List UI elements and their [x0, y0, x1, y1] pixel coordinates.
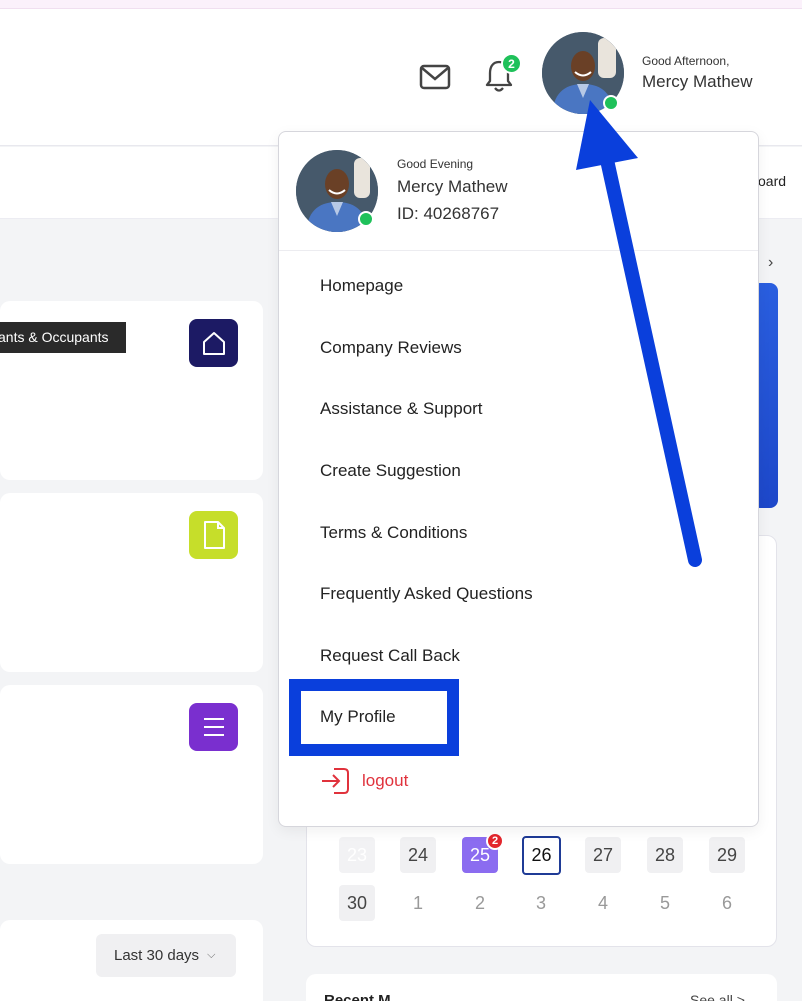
- calendar-day-next-month[interactable]: 1: [400, 885, 436, 921]
- header-user-name[interactable]: Mercy Mathew: [642, 72, 753, 92]
- subbar-label[interactable]: oard: [758, 173, 786, 189]
- calendar-day-next-month[interactable]: 3: [523, 885, 559, 921]
- recent-card-title: Recent M: [324, 992, 391, 1001]
- date-range-value: Last 30 days: [114, 947, 200, 964]
- logout-label: logout: [362, 771, 409, 790]
- mail-icon: [419, 64, 451, 90]
- online-status-dot: [603, 95, 619, 111]
- list-tile[interactable]: [189, 703, 238, 751]
- calendar-event-badge: 2: [486, 832, 504, 850]
- logout-button[interactable]: logout: [320, 765, 408, 797]
- calendar-day[interactable]: 23: [339, 837, 375, 873]
- calendar-day[interactable]: 28: [647, 837, 683, 873]
- top-strip: [0, 0, 802, 9]
- header-greeting: Good Afternoon,: [642, 54, 730, 68]
- tooltip: ants & Occupants: [0, 322, 126, 353]
- date-range-select[interactable]: Last 30 days ⌵: [96, 934, 236, 977]
- mail-button[interactable]: [417, 60, 453, 94]
- calendar-day-next-month[interactable]: 6: [709, 885, 745, 921]
- chevron-right-icon[interactable]: ›: [768, 254, 773, 272]
- calendar-day-next-month[interactable]: 2: [462, 885, 498, 921]
- dropdown-user-name: Mercy Mathew: [397, 177, 508, 196]
- dropdown-divider: [279, 250, 758, 251]
- menu-item-terms-conditions[interactable]: Terms & Conditions: [320, 523, 467, 543]
- chevron-down-icon: ⌵: [207, 949, 216, 961]
- calendar-day[interactable]: 30: [339, 885, 375, 921]
- menu-item-request-call-back[interactable]: Request Call Back: [320, 646, 460, 666]
- home-icon: [202, 332, 225, 355]
- menu-item-assistance-support[interactable]: Assistance & Support: [320, 399, 483, 419]
- logout-icon: [322, 768, 349, 794]
- calendar-day-next-month[interactable]: 4: [585, 885, 621, 921]
- online-status-dot: [358, 211, 374, 227]
- see-all-link[interactable]: See all >: [690, 992, 745, 1001]
- highlight-box: [289, 679, 459, 756]
- menu-item-create-suggestion[interactable]: Create Suggestion: [320, 461, 461, 481]
- document-tile[interactable]: [189, 511, 238, 559]
- list-icon: [203, 718, 224, 736]
- menu-item-company-reviews[interactable]: Company Reviews: [320, 338, 462, 358]
- dropdown-user-id: ID: 40268767: [397, 204, 500, 223]
- calendar-day[interactable]: 29: [709, 837, 745, 873]
- notification-count-badge: 2: [501, 53, 522, 74]
- calendar-day[interactable]: 27: [585, 837, 621, 873]
- calendar-day-today[interactable]: 26: [522, 836, 561, 875]
- menu-item-homepage[interactable]: Homepage: [320, 276, 403, 296]
- home-tile[interactable]: [189, 319, 238, 367]
- dropdown-greeting: Good Evening: [397, 157, 474, 171]
- menu-item-faq[interactable]: Frequently Asked Questions: [320, 584, 533, 604]
- document-icon: [203, 521, 225, 549]
- calendar-day-next-month[interactable]: 5: [647, 885, 683, 921]
- calendar-day[interactable]: 24: [400, 837, 436, 873]
